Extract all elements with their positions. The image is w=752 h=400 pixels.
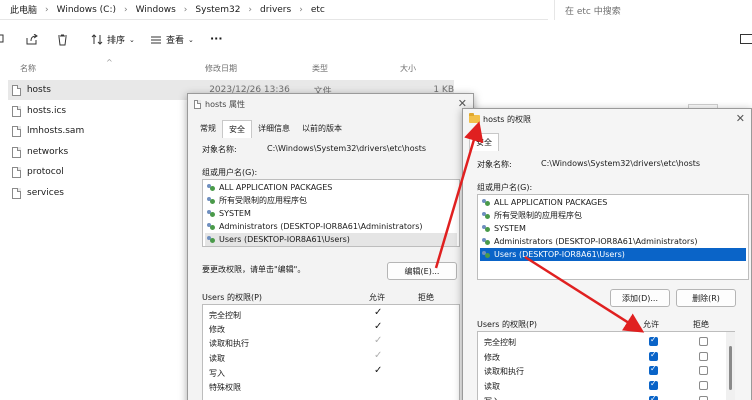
arrow-users-to-allow xyxy=(524,255,645,333)
annotation-arrows xyxy=(434,121,645,333)
arrow-edit-to-dialog xyxy=(434,121,484,269)
